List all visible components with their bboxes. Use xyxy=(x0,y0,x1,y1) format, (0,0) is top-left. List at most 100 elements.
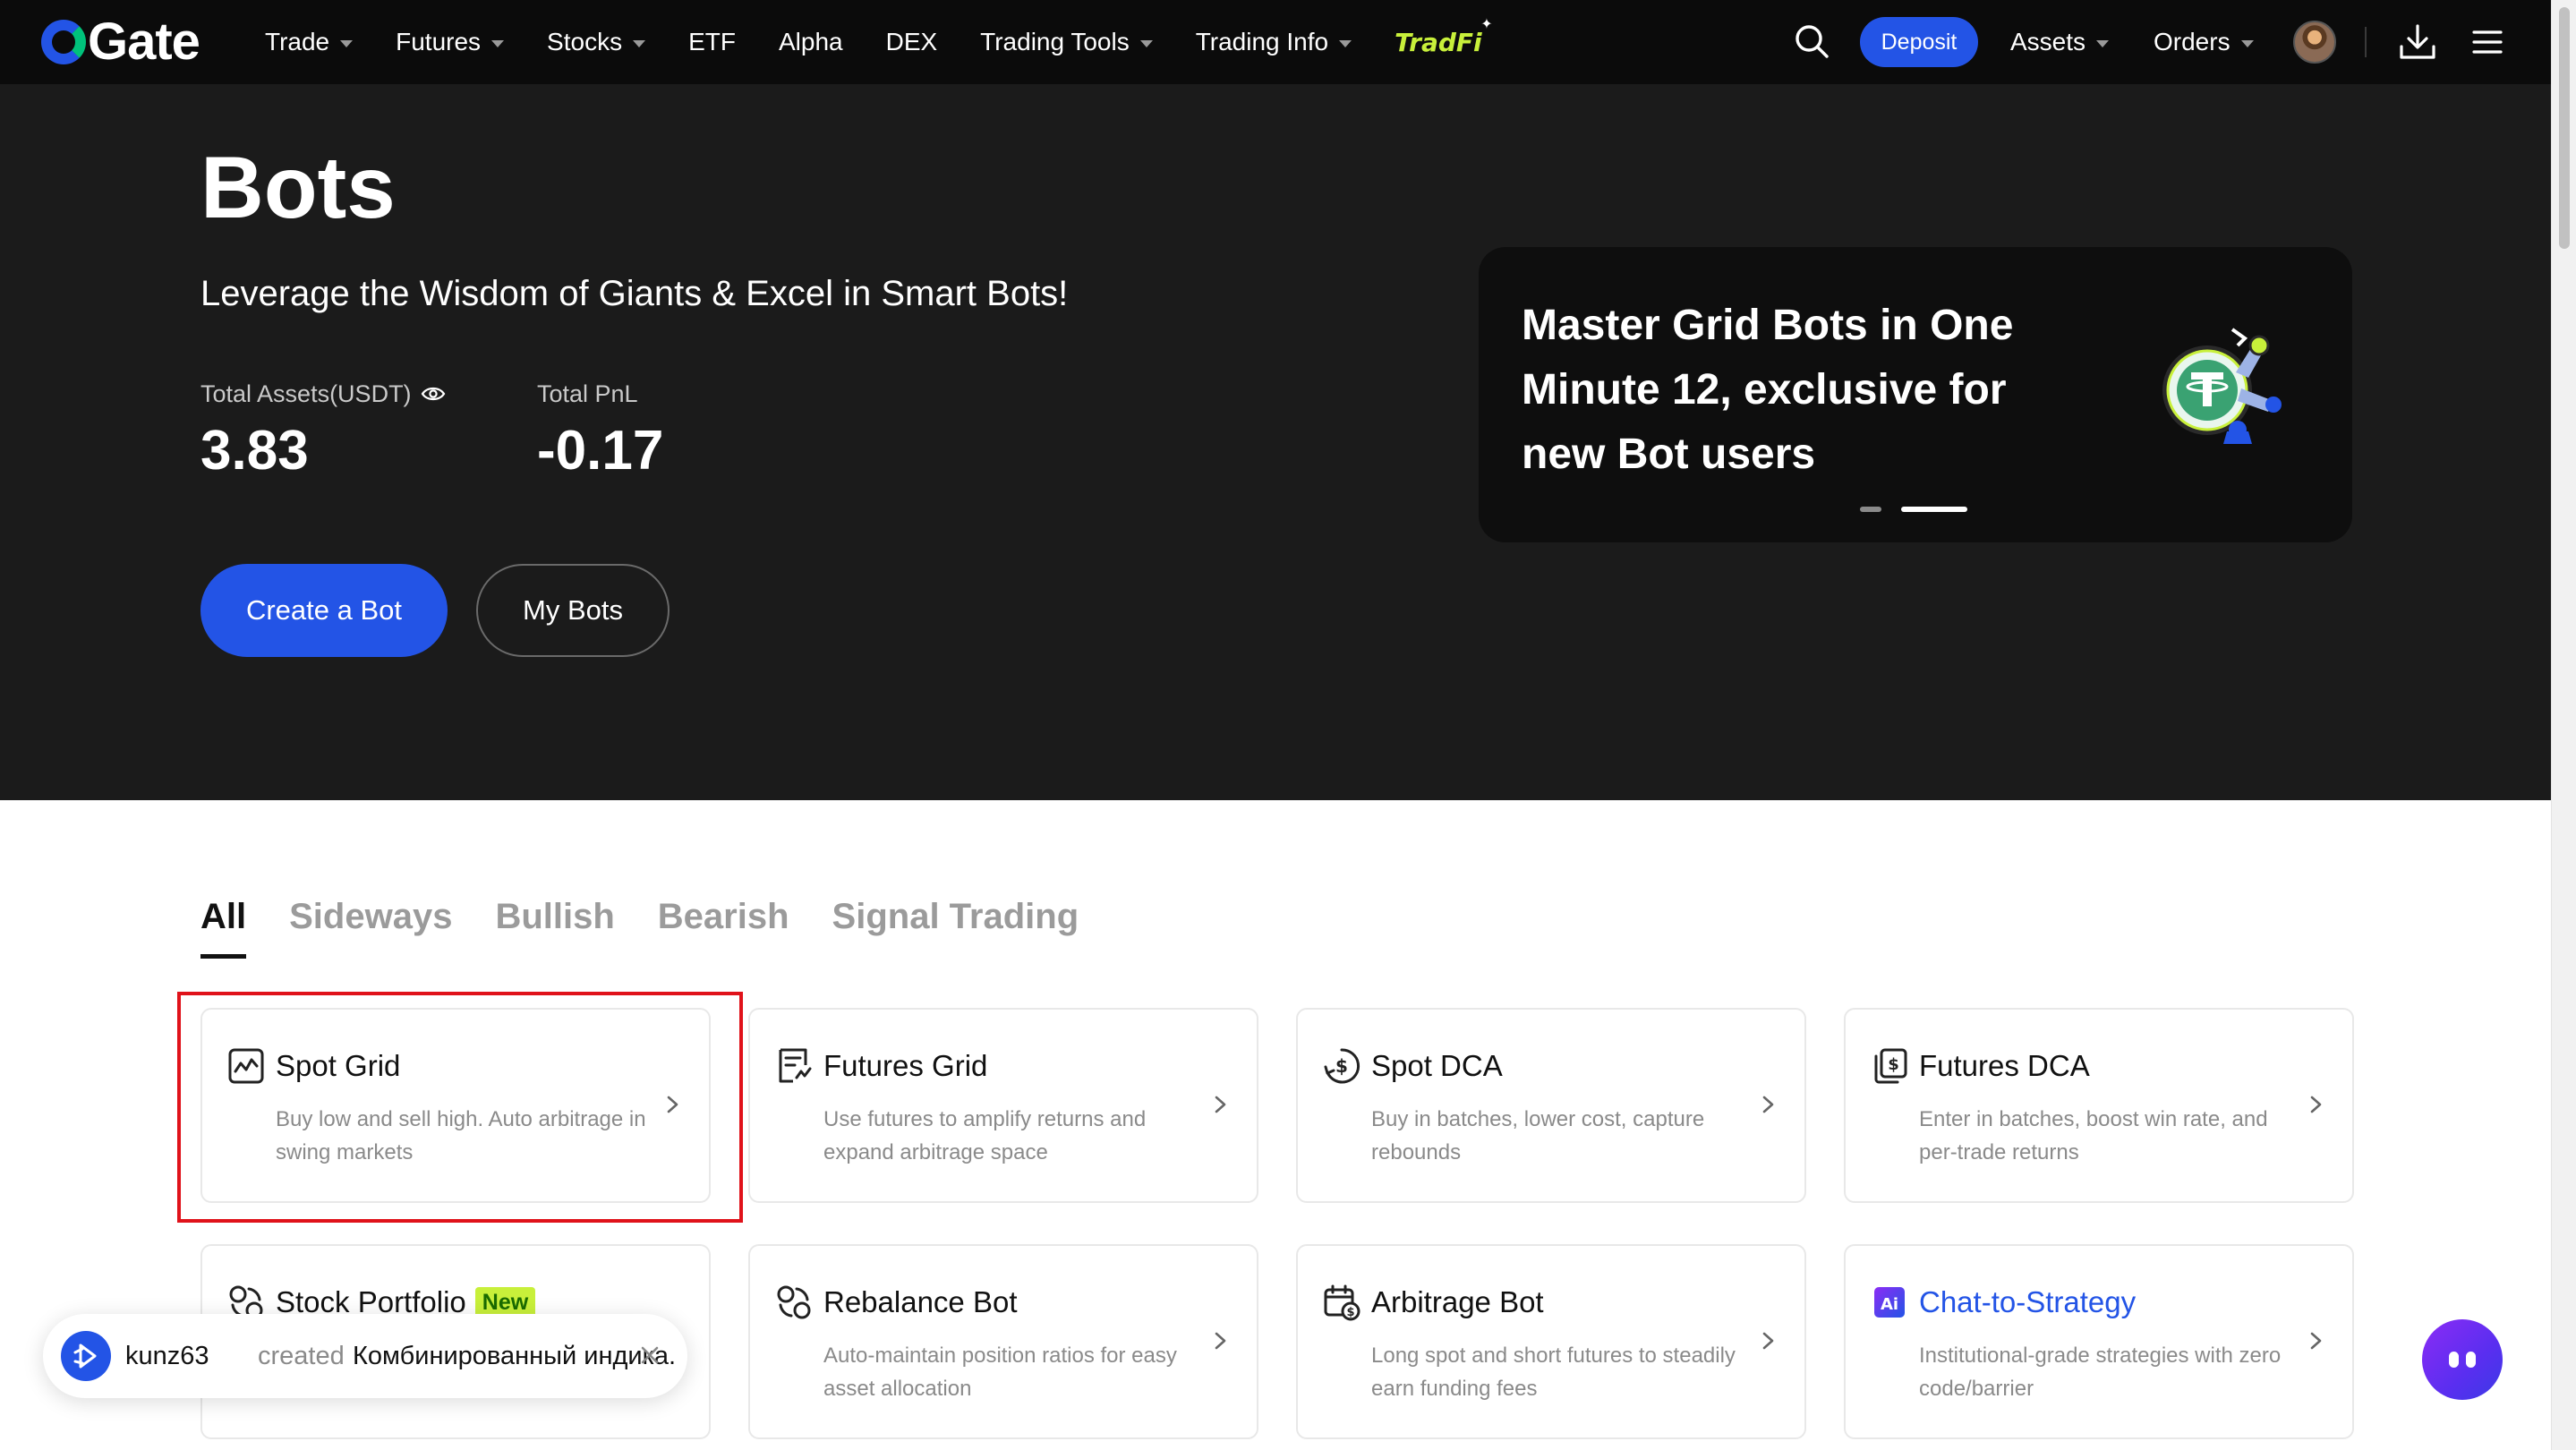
total-assets-value: 3.83 xyxy=(200,420,309,482)
nav-item-stocks[interactable]: Stocks xyxy=(547,28,646,56)
sparkle-icon: ✦ xyxy=(1480,14,1493,32)
user-avatar[interactable] xyxy=(2293,21,2336,64)
tab-sideways[interactable]: Sideways xyxy=(289,891,452,963)
page-title: Bots xyxy=(200,138,396,236)
nav-item-label: DEX xyxy=(885,28,938,55)
gate-logo-mark xyxy=(41,20,86,64)
bot-avatar-icon xyxy=(61,1331,111,1381)
hero-section: Bots Leverage the Wisdom of Giants & Exc… xyxy=(0,84,2551,800)
nav-item-trade[interactable]: Trade xyxy=(265,28,354,56)
futures-dca-icon: $ xyxy=(1874,1048,1907,1084)
search-icon[interactable] xyxy=(1794,23,1830,59)
card-title: Rebalance Bot xyxy=(823,1285,1018,1318)
carousel-dot[interactable] xyxy=(1860,507,1881,512)
bot-card-arbitrage[interactable]: $ Arbitrage Bot Long spot and short futu… xyxy=(1296,1244,1806,1439)
svg-text:Ai: Ai xyxy=(1881,1295,1898,1314)
total-pnl-value: -0.17 xyxy=(537,420,664,482)
download-icon[interactable] xyxy=(2399,23,2436,61)
deposit-button[interactable]: Deposit xyxy=(1860,17,1978,67)
svg-text:$: $ xyxy=(1888,1055,1899,1074)
tab-all[interactable]: All xyxy=(200,891,247,963)
toast-item-name: Комбинированный индика... xyxy=(353,1342,675,1370)
card-title: Arbitrage Bot xyxy=(1371,1285,1544,1318)
bot-card-futures-dca[interactable]: $ Futures DCA Enter in batches, boost wi… xyxy=(1844,1008,2354,1203)
caret-down-icon xyxy=(491,39,505,47)
close-icon[interactable] xyxy=(637,1343,662,1368)
tether-robot-arm-icon xyxy=(2162,328,2282,444)
nav-item-label: Trade xyxy=(265,28,330,55)
hamburger-menu-icon[interactable] xyxy=(2472,29,2503,55)
svg-text:$: $ xyxy=(1335,1055,1348,1077)
nav-item-label: Trading Tools xyxy=(980,28,1130,55)
chevron-right-icon xyxy=(1215,1096,1226,1113)
total-assets-label: Total Assets(USDT) xyxy=(200,380,412,407)
nav-item-trading-info[interactable]: Trading Info xyxy=(1196,28,1352,56)
card-title: Futures Grid xyxy=(823,1049,988,1082)
tab-signal-trading[interactable]: Signal Trading xyxy=(832,891,1079,963)
chevron-right-icon xyxy=(1215,1332,1226,1350)
svg-text:$: $ xyxy=(1346,1306,1354,1319)
toast-username: kunz63 xyxy=(125,1342,209,1370)
toast-action: created xyxy=(258,1342,345,1370)
chevron-right-icon xyxy=(1762,1096,1774,1113)
nav-divider xyxy=(2365,27,2367,57)
bot-card-futures-grid[interactable]: Futures Grid Use futures to amplify retu… xyxy=(748,1008,1258,1203)
card-description: Long spot and short futures to steadily … xyxy=(1371,1343,1736,1401)
ai-icon: Ai xyxy=(1874,1287,1905,1318)
total-assets-label-row: Total Assets(USDT) xyxy=(200,380,446,408)
carousel-dot-active[interactable] xyxy=(1901,507,1967,512)
my-bots-button[interactable]: My Bots xyxy=(476,564,670,657)
nav-item-futures[interactable]: Futures xyxy=(396,28,505,56)
promo-text: Master Grid Bots in One Minute 12, exclu… xyxy=(1522,302,2014,478)
nav-item-tradfi[interactable]: TradFi ✦ xyxy=(1395,15,1493,57)
nav-item-label: ETF xyxy=(688,28,736,55)
tab-bullish[interactable]: Bullish xyxy=(495,891,614,963)
nav-item-label: Trading Info xyxy=(1195,28,1329,55)
chevron-right-icon xyxy=(1762,1332,1774,1350)
caret-down-icon xyxy=(1139,39,1153,47)
nav-item-label: Assets xyxy=(2010,28,2086,55)
highlight-box xyxy=(177,992,743,1223)
tab-bearish[interactable]: Bearish xyxy=(658,891,789,963)
new-badge: New xyxy=(474,1287,536,1318)
card-description: Auto-maintain position ratios for easy a… xyxy=(823,1343,1177,1401)
hero-subtitle: Leverage the Wisdom of Giants & Excel in… xyxy=(200,274,1069,313)
nav-item-etf[interactable]: ETF xyxy=(688,28,736,56)
bot-card-chat-to-strategy[interactable]: Ai Chat-to-Strategy Institutional-grade … xyxy=(1844,1244,2354,1439)
caret-down-icon xyxy=(2096,39,2110,47)
nav-item-label: Stocks xyxy=(547,28,623,55)
bot-card-rebalance[interactable]: Rebalance Bot Auto-maintain position rat… xyxy=(748,1244,1258,1439)
promo-banner[interactable]: Master Grid Bots in One Minute 12, exclu… xyxy=(1479,247,2352,542)
page-scrollbar[interactable] xyxy=(2551,0,2576,1450)
bot-category-tabs: All Sideways Bullish Bearish Signal Trad… xyxy=(200,891,1122,963)
nav-item-orders[interactable]: Orders xyxy=(2154,0,2254,84)
top-nav: Gate Trade Futures Stocks ETF Alpha DEX … xyxy=(0,0,2551,84)
card-title: Spot DCA xyxy=(1371,1049,1503,1082)
nav-item-label: Orders xyxy=(2154,28,2231,55)
gate-logo[interactable]: Gate xyxy=(41,16,200,68)
card-description: Enter in batches, boost win rate, and pe… xyxy=(1919,1107,2268,1164)
card-description: Use futures to amplify returns and expan… xyxy=(823,1107,1147,1164)
nav-item-dex[interactable]: DEX xyxy=(886,28,938,56)
chat-assistant-button[interactable] xyxy=(2422,1319,2503,1400)
nav-menu: Trade Futures Stocks ETF Alpha DEX Tradi… xyxy=(265,0,1525,84)
caret-down-icon xyxy=(2240,39,2254,47)
scrollbar-thumb[interactable] xyxy=(2559,7,2570,249)
nav-item-trading-tools[interactable]: Trading Tools xyxy=(980,28,1153,56)
caret-down-icon xyxy=(340,39,354,47)
bot-card-spot-dca[interactable]: $ Spot DCA Buy in batches, lower cost, c… xyxy=(1296,1008,1806,1203)
card-description: Institutional-grade strategies with zero… xyxy=(1919,1343,2282,1401)
card-title: Chat-to-Strategy xyxy=(1919,1285,2137,1318)
activity-toast[interactable]: kunz63 created Комбинированный индика... xyxy=(43,1314,687,1398)
carousel-indicator xyxy=(1860,507,1987,512)
total-pnl-label: Total PnL xyxy=(537,380,638,407)
assistant-eyes-icon xyxy=(2449,1352,2476,1368)
caret-down-icon xyxy=(1339,39,1352,47)
nav-item-alpha[interactable]: Alpha xyxy=(779,28,843,56)
nav-item-assets[interactable]: Assets xyxy=(2010,0,2110,84)
nav-item-label: Alpha xyxy=(778,28,843,55)
eye-icon[interactable] xyxy=(421,385,446,403)
create-bot-button[interactable]: Create a Bot xyxy=(200,564,448,657)
card-description: Buy in batches, lower cost, capture rebo… xyxy=(1371,1107,1705,1164)
dollar-cycle-icon: $ xyxy=(1324,1048,1361,1084)
